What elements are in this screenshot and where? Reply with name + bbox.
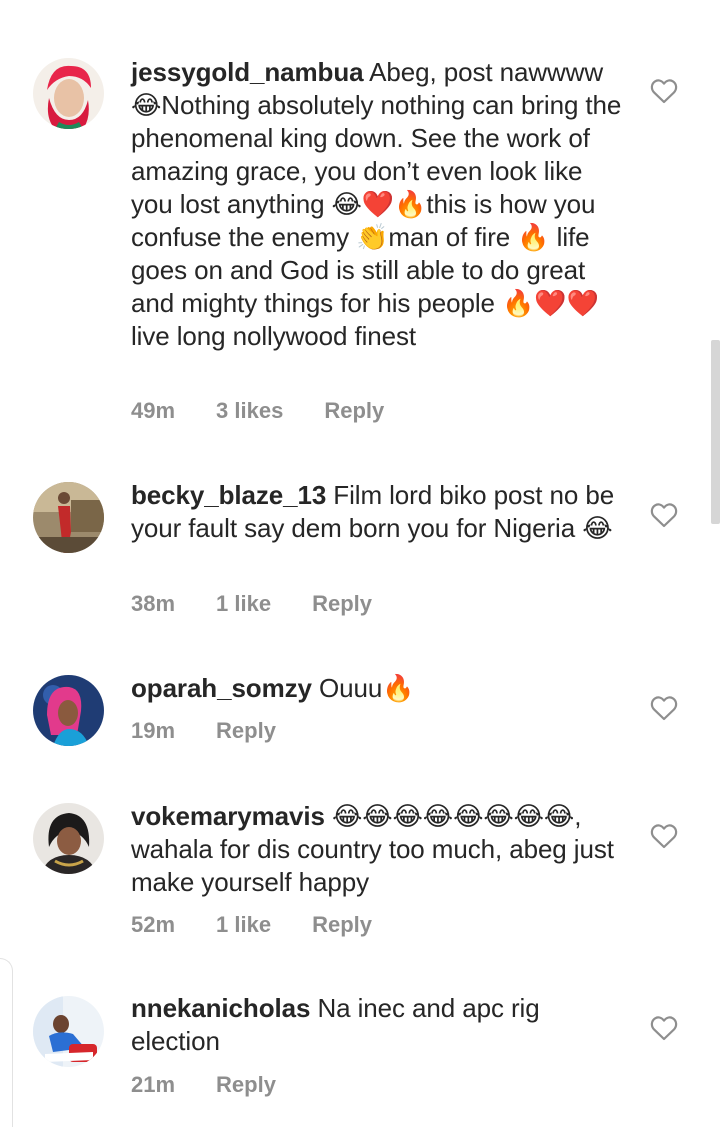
comment-meta: 38m 1 like Reply [131, 589, 372, 619]
comment-likes[interactable]: 1 like [216, 589, 271, 619]
comment-time: 21m [131, 1072, 176, 1097]
comment-body: becky_blaze_13 Film lord biko post no be… [131, 479, 631, 545]
comment-meta: 49m 3 likes Reply [131, 396, 384, 426]
reply-button[interactable]: Reply [216, 1070, 276, 1100]
comment-body: jessygold_nambua Abeg, post nawwww 😂Noth… [131, 56, 631, 353]
comment-text: Ouuu🔥 [311, 673, 415, 703]
comment-meta: 52m 1 like Reply [131, 910, 372, 940]
comment-likes[interactable]: 1 like [216, 910, 271, 940]
comment-body: vokemarymavis 😂😂😂😂😂😂😂😂, wahala for dis c… [131, 800, 631, 899]
comment-time: 19m [131, 718, 176, 743]
heart-outline-icon[interactable] [650, 823, 678, 849]
reply-button[interactable]: Reply [312, 589, 372, 619]
avatar[interactable] [33, 803, 104, 874]
comment-username[interactable]: becky_blaze_13 [131, 480, 326, 510]
comment-meta: 19m Reply [131, 716, 276, 746]
comment-meta: 21m Reply [131, 1070, 276, 1100]
avatar[interactable] [33, 58, 104, 129]
reply-button[interactable]: Reply [324, 396, 384, 426]
comments-screen: jessygold_nambua Abeg, post nawwww 😂Noth… [0, 0, 720, 1127]
heart-outline-icon[interactable] [650, 502, 678, 528]
comment-time: 49m [131, 398, 176, 423]
comment-text: Abeg, post nawwww 😂Nothing absolutely no… [131, 57, 622, 351]
reply-button[interactable]: Reply [312, 910, 372, 940]
avatar[interactable] [33, 675, 104, 746]
comment-username[interactable]: vokemarymavis [131, 801, 325, 831]
comment-time: 38m [131, 591, 176, 616]
comment-username[interactable]: oparah_somzy [131, 673, 312, 703]
comment-body: oparah_somzy Ouuu🔥 [131, 672, 631, 705]
heart-outline-icon[interactable] [650, 695, 678, 721]
avatar[interactable] [33, 482, 104, 553]
scrollbar[interactable] [711, 340, 720, 524]
panel-edge [0, 958, 13, 1127]
avatar[interactable] [33, 996, 104, 1067]
comment-username[interactable]: jessygold_nambua [131, 57, 364, 87]
comment-username[interactable]: nnekanicholas [131, 993, 310, 1023]
heart-outline-icon[interactable] [650, 78, 678, 104]
reply-button[interactable]: Reply [216, 716, 276, 746]
comment-likes[interactable]: 3 likes [216, 396, 283, 426]
comment-time: 52m [131, 912, 176, 937]
comment-body: nnekanicholas Na inec and apc rig electi… [131, 992, 631, 1058]
heart-outline-icon[interactable] [650, 1015, 678, 1041]
